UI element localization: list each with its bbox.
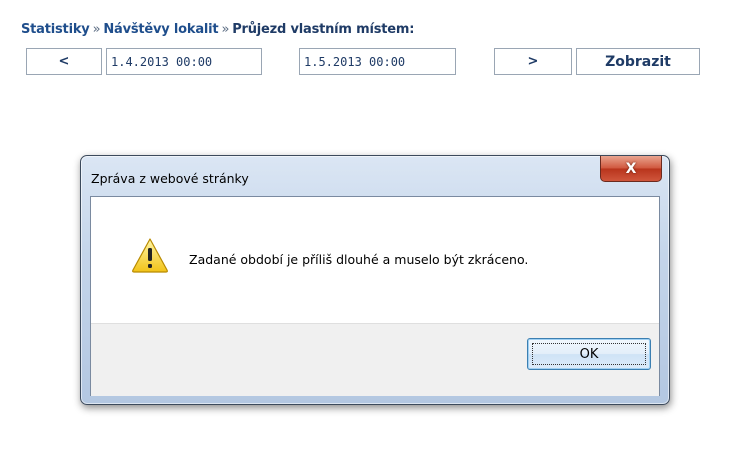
show-button[interactable]: Zobrazit xyxy=(576,48,700,75)
breadcrumb: Statistiky» Návštěvy lokalit» Průjezd vlas… xyxy=(21,22,414,37)
previous-period-button[interactable]: < xyxy=(26,48,102,75)
dialog-button-bar: OK xyxy=(91,323,659,396)
breadcrumb-current-page: Průjezd vlastním místem: xyxy=(232,22,415,37)
dialog-message-area: Zadané období je příliš dlouhé a muselo … xyxy=(91,197,659,323)
date-to-input[interactable] xyxy=(299,48,456,75)
breadcrumb-separator: » xyxy=(221,22,230,37)
warning-icon xyxy=(132,238,168,273)
close-icon: X xyxy=(625,160,637,177)
date-from-input[interactable] xyxy=(106,48,262,75)
ok-button[interactable]: OK xyxy=(527,338,651,370)
message-dialog: Zpráva z webové stránky X Zadané období … xyxy=(80,155,670,405)
focus-ring xyxy=(532,343,646,365)
breadcrumb-link-statistiky[interactable]: Statistiky xyxy=(21,22,90,37)
breadcrumb-link-navstevy-lokalit[interactable]: Návštěvy lokalit xyxy=(103,22,218,37)
breadcrumb-separator: » xyxy=(92,22,101,37)
dialog-title: Zpráva z webové stránky xyxy=(91,171,249,186)
next-period-button[interactable]: > xyxy=(494,48,572,75)
dialog-close-button[interactable]: X xyxy=(600,156,662,182)
dialog-message: Zadané období je příliš dlouhé a muselo … xyxy=(189,252,529,267)
dialog-content: Zadané období je příliš dlouhé a muselo … xyxy=(90,196,660,396)
